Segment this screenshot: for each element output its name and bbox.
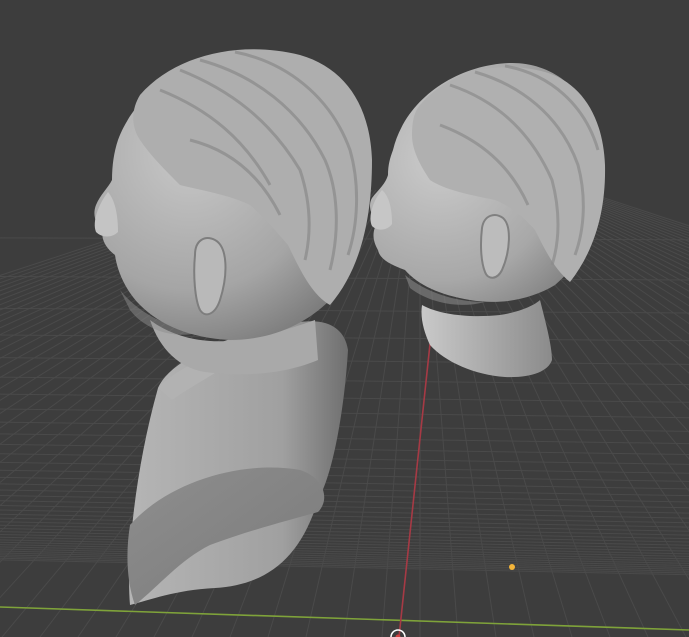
light-icon[interactable] (509, 564, 515, 570)
grid-line (0, 489, 689, 503)
grid-line (0, 476, 689, 490)
grid-line (0, 521, 689, 536)
grid-line (0, 421, 689, 432)
grid-line (0, 495, 689, 509)
grid-line (0, 433, 689, 445)
grid-line (0, 531, 689, 546)
grid-line (0, 528, 689, 543)
grid-line (0, 517, 689, 532)
y-axis-line (398, 324, 433, 637)
viewport-canvas[interactable] (0, 0, 689, 637)
bust-with-shoulders[interactable] (94, 49, 372, 605)
origin-marker[interactable] (390, 629, 406, 637)
grid-line (0, 483, 689, 497)
grid-line (0, 453, 689, 465)
grid-line (0, 548, 689, 564)
grid-line (0, 550, 689, 566)
3d-viewport[interactable] (0, 0, 689, 637)
x-axis-line (0, 606, 689, 631)
